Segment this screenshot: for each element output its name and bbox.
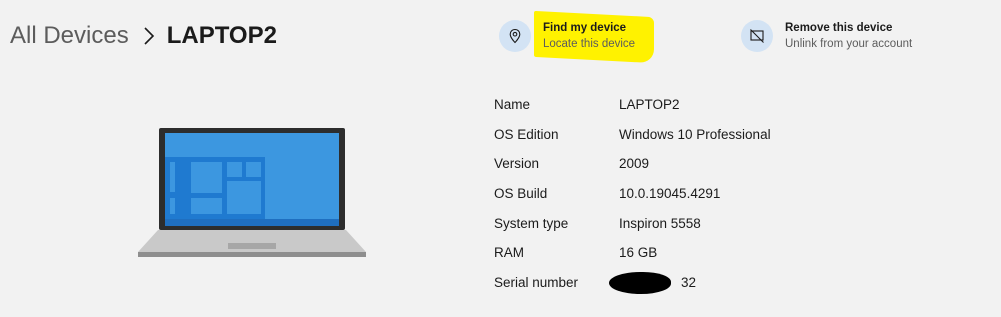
- remove-device-icon: [741, 20, 773, 52]
- spec-value: 16 GB: [619, 245, 658, 261]
- spec-value: LAPTOP2: [619, 97, 680, 113]
- find-my-device-title: Find my device: [543, 22, 627, 34]
- spec-label: System type: [494, 215, 569, 231]
- breadcrumb: All Devices LAPTOP2: [10, 22, 277, 50]
- spec-row-ram: RAM 16 GB: [494, 238, 771, 268]
- spec-value: 2009: [619, 156, 650, 172]
- laptop-illustration: [138, 128, 366, 257]
- remove-device-button[interactable]: Remove this device Unlink from your acco…: [741, 20, 912, 52]
- serial-number-value: 32: [609, 271, 697, 294]
- spec-label: Serial number: [494, 274, 579, 290]
- spec-row-os-build: OS Build 10.0.19045.4291: [494, 179, 771, 209]
- breadcrumb-all-devices-link[interactable]: All Devices: [10, 22, 129, 50]
- spec-label: OS Edition: [494, 126, 559, 142]
- spec-row-system-type: System type Inspiron 5558: [494, 208, 771, 238]
- spec-row-os-edition: OS Edition Windows 10 Professional: [494, 120, 771, 150]
- remove-device-title: Remove this device: [785, 22, 893, 34]
- redaction-mark: [609, 271, 671, 294]
- spec-value: Windows 10 Professional: [619, 126, 771, 142]
- spec-row-serial-number: Serial number 32: [494, 268, 771, 298]
- remove-device-subtitle: Unlink from your account: [785, 38, 913, 50]
- spec-value: Inspiron 5558: [619, 215, 701, 231]
- find-my-device-button[interactable]: Find my device Locate this device: [499, 20, 635, 52]
- spec-label: OS Build: [494, 186, 548, 202]
- breadcrumb-current-device: LAPTOP2: [166, 22, 277, 49]
- serial-number-visible-part: 32: [681, 274, 697, 290]
- spec-label: Name: [494, 97, 531, 113]
- find-my-device-subtitle: Locate this device: [543, 38, 636, 50]
- spec-label: RAM: [494, 245, 524, 261]
- spec-value: 10.0.19045.4291: [619, 186, 721, 202]
- location-pin-icon: [499, 20, 531, 52]
- spec-row-name: Name LAPTOP2: [494, 90, 771, 120]
- device-specs: Name LAPTOP2 OS Edition Windows 10 Profe…: [494, 90, 771, 297]
- chevron-right-icon: [144, 27, 154, 45]
- spec-label: Version: [494, 156, 540, 172]
- spec-row-version: Version 2009: [494, 149, 771, 179]
